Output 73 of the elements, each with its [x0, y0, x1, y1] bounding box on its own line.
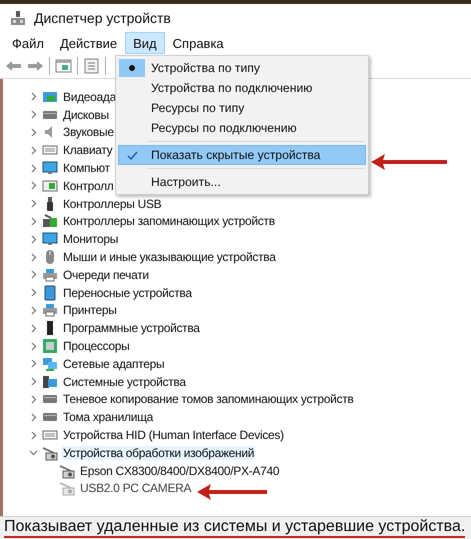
- expand-chevron-icon[interactable]: [29, 394, 38, 404]
- network-icon: [42, 356, 58, 372]
- storage-icon: [42, 213, 58, 230]
- panel-icon[interactable]: [55, 58, 72, 74]
- tree-item[interactable]: Компьют: [62, 161, 111, 176]
- expand-chevron-icon[interactable]: [29, 270, 38, 280]
- tree-item[interactable]: Теневое копирование томов запоминающих устройств: [62, 392, 354, 406]
- expand-chevron-icon[interactable]: [29, 359, 38, 368]
- expand-chevron-icon[interactable]: [29, 234, 38, 244]
- monitor-icon: [42, 160, 58, 176]
- pointer-arrow: [197, 483, 269, 501]
- expand-chevron-icon[interactable]: [29, 164, 38, 173]
- menu-item[interactable]: Файл: [4, 32, 52, 54]
- menu-option[interactable]: Ресурсы по подключению: [118, 118, 366, 138]
- expand-chevron-icon[interactable]: [29, 306, 38, 315]
- tree-item[interactable]: Устройства обработки изображений: [62, 446, 256, 460]
- chip-icon: [42, 338, 58, 354]
- tree-item[interactable]: Видеоада: [62, 90, 118, 104]
- tree-item[interactable]: Очереди печати: [62, 268, 150, 282]
- expand-chevron-icon[interactable]: [29, 110, 38, 120]
- expand-chevron-icon[interactable]: [29, 252, 38, 262]
- tree-item[interactable]: Контролл: [62, 178, 114, 193]
- tablet-icon: [42, 284, 58, 301]
- window-title: Диспетчер устройств: [34, 10, 171, 26]
- expand-chevron-icon[interactable]: [29, 199, 38, 208]
- expand-chevron-icon[interactable]: [29, 181, 38, 190]
- menu-option[interactable]: Настроить...: [118, 172, 366, 192]
- tree-item[interactable]: Мыши и иные указывающие устройства: [62, 250, 277, 264]
- tree-item[interactable]: Дисковы: [62, 108, 110, 122]
- tree-item[interactable]: Процессоры: [62, 339, 130, 354]
- tree-item[interactable]: Контроллеры запоминающих устройств: [62, 214, 276, 228]
- menu-item[interactable]: Вид: [125, 32, 165, 54]
- expand-chevron-icon[interactable]: [29, 288, 38, 298]
- expand-chevron-icon[interactable]: [29, 377, 38, 386]
- expand-chevron-icon[interactable]: [29, 128, 38, 137]
- menu-item[interactable]: Справка: [164, 32, 232, 54]
- tree-item[interactable]: Тома хранилища: [62, 410, 154, 424]
- expand-chevron-icon[interactable]: [29, 412, 38, 422]
- tree-item[interactable]: Принтеры: [62, 303, 118, 318]
- tree-item[interactable]: Переносные устройства: [62, 286, 193, 300]
- computer-icon: [42, 374, 58, 390]
- monitor-icon: [42, 231, 58, 248]
- expand-chevron-icon[interactable]: [29, 216, 38, 226]
- tree-item[interactable]: USB2.0 PC CAMERA: [79, 481, 192, 496]
- tree-item[interactable]: Клавиату: [62, 143, 114, 158]
- forward-arrow-icon[interactable]: [27, 58, 44, 74]
- menu-option[interactable]: Показать скрытые устройства: [118, 145, 366, 165]
- menu-option[interactable]: Устройства по подключению: [118, 78, 366, 98]
- collapse-chevron-icon[interactable]: [29, 448, 38, 458]
- expand-chevron-icon[interactable]: [29, 92, 38, 102]
- status-text: Показывает удаленные из системы и устаревшие устройства.: [4, 517, 466, 538]
- printer-icon: [42, 302, 58, 318]
- menu-option[interactable]: Ресурсы по типу: [118, 98, 366, 118]
- tree-item[interactable]: Контроллеры USB: [62, 196, 162, 211]
- menu-option[interactable]: Устройства по типу: [118, 58, 366, 78]
- menu-item[interactable]: Действие: [52, 32, 126, 54]
- tree-item[interactable]: Звуковые: [62, 125, 115, 140]
- tree-item[interactable]: Системные устройства: [62, 374, 187, 389]
- circuit-board-icon: [42, 178, 58, 194]
- expand-chevron-icon[interactable]: [29, 342, 38, 351]
- tree-item[interactable]: Epson CX8300/8400/DX8400/PX-A740: [79, 464, 280, 478]
- printer-icon: [42, 266, 58, 283]
- tree-item[interactable]: Программные устройства: [62, 321, 201, 336]
- device-manager-icon: [10, 10, 26, 26]
- expand-chevron-icon[interactable]: [29, 146, 38, 155]
- tree-item[interactable]: Сетевые адаптеры: [62, 356, 166, 371]
- back-arrow-icon[interactable]: [5, 58, 22, 74]
- expand-chevron-icon[interactable]: [29, 430, 38, 440]
- tree-item[interactable]: Устройства HID (Human Interface Devices): [62, 428, 285, 442]
- camera-icon: [42, 444, 58, 461]
- expand-chevron-icon[interactable]: [29, 324, 38, 333]
- tree-item[interactable]: Мониторы: [62, 232, 120, 246]
- properties-icon[interactable]: [83, 58, 100, 74]
